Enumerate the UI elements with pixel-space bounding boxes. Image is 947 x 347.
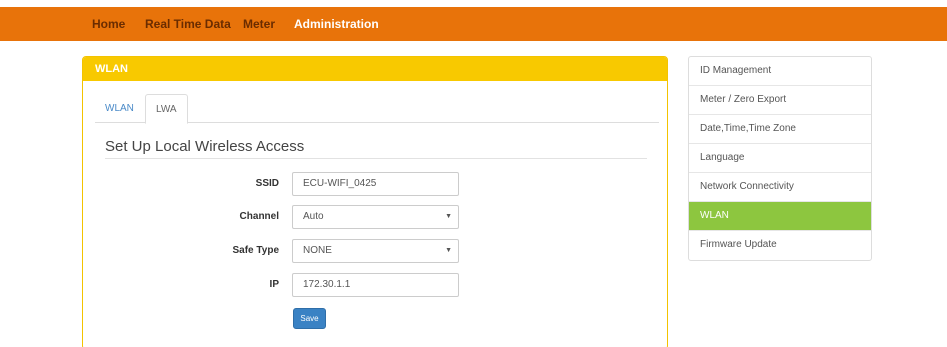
sidebar-item-network-connectivity[interactable]: Network Connectivity — [689, 173, 871, 202]
nav-administration[interactable]: Administration — [294, 7, 379, 41]
top-navbar: Home Real Time Data Meter Administration — [0, 7, 947, 41]
channel-label: Channel — [239, 211, 279, 222]
safe-type-value: NONE — [303, 245, 332, 256]
ssid-input[interactable]: ECU-WIFI_0425 — [292, 172, 459, 196]
tab-lwa[interactable]: LWA — [145, 94, 188, 124]
tab-wlan[interactable]: WLAN — [95, 94, 144, 123]
nav-home[interactable]: Home — [92, 7, 125, 41]
sidebar-item-wlan[interactable]: WLAN — [689, 202, 871, 231]
nav-real-time-data[interactable]: Real Time Data — [145, 7, 231, 41]
ip-input[interactable]: 172.30.1.1 — [292, 273, 459, 297]
sidebar-item-language[interactable]: Language — [689, 144, 871, 173]
channel-value: Auto — [303, 211, 324, 222]
channel-select[interactable]: Auto ▼ — [292, 205, 459, 229]
safe-type-label: Safe Type — [232, 245, 280, 256]
ip-label: IP — [269, 279, 279, 290]
section-title: Set Up Local Wireless Access — [105, 138, 305, 155]
safe-type-select[interactable]: NONE ▼ — [292, 239, 459, 263]
save-button[interactable]: Save — [293, 308, 326, 329]
section-divider — [105, 158, 647, 159]
tab-bar: WLAN LWA — [95, 94, 659, 124]
caret-down-icon: ▼ — [445, 213, 452, 220]
ssid-label: SSID — [255, 178, 279, 189]
admin-sidebar: ID Management Meter / Zero Export Date,T… — [688, 56, 872, 261]
panel-title: WLAN — [83, 57, 667, 81]
sidebar-item-firmware-update[interactable]: Firmware Update — [689, 231, 871, 260]
nav-meter[interactable]: Meter — [243, 7, 275, 41]
sidebar-item-meter-zero-export[interactable]: Meter / Zero Export — [689, 86, 871, 115]
caret-down-icon: ▼ — [445, 247, 452, 254]
sidebar-item-id-management[interactable]: ID Management — [689, 57, 871, 86]
wlan-panel: WLAN WLAN LWA Set Up Local Wireless Acce… — [82, 56, 668, 347]
sidebar-item-date-time-zone[interactable]: Date,Time,Time Zone — [689, 115, 871, 144]
